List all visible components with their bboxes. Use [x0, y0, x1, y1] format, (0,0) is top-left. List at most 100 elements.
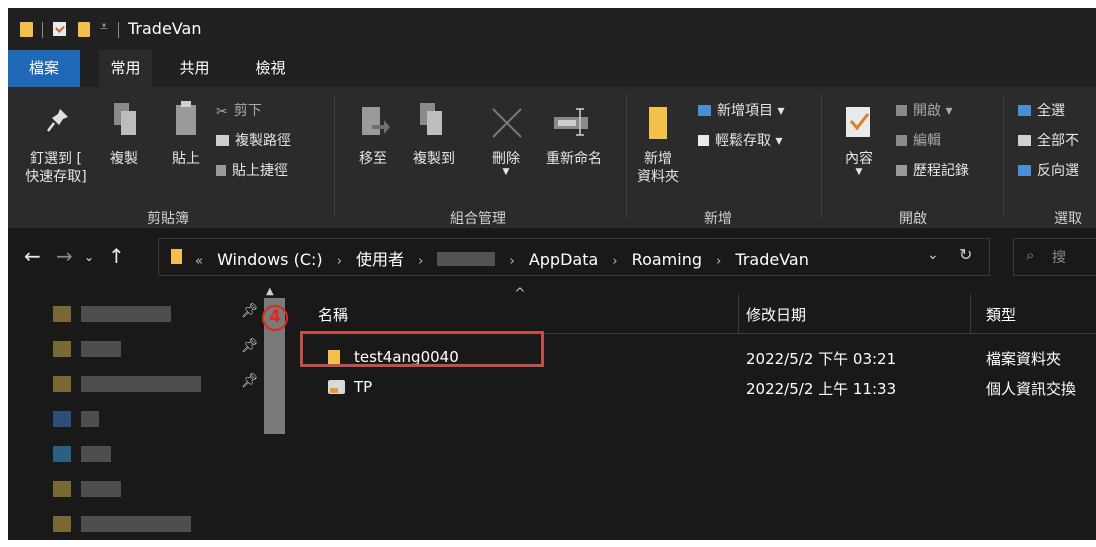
chevron-right-icon[interactable]: › [612, 254, 617, 269]
breadcrumb-roaming[interactable]: Roaming [632, 250, 702, 269]
new-folder-icon [649, 107, 667, 139]
history-button[interactable]: 歷程記錄 [896, 160, 969, 180]
history-icon [896, 165, 907, 176]
copy-path-button[interactable]: 複製路徑 [216, 130, 291, 150]
cut-button[interactable]: ✂ 剪下 [216, 100, 262, 120]
window-title: TradeVan [128, 19, 202, 38]
separator [42, 22, 43, 38]
folder-icon [20, 22, 33, 37]
breadcrumb-drive[interactable]: Windows (C:) [217, 250, 323, 269]
open-label: 開啟 ▾ [913, 103, 953, 119]
copy-path-label: 複製路徑 [235, 133, 291, 149]
recent-locations-chevron-icon[interactable]: ⌄ [84, 250, 94, 264]
new-item-label: 新增項目 ▾ [717, 103, 785, 119]
redacted-label [81, 341, 121, 357]
chevron-right-icon[interactable]: › [716, 254, 721, 269]
tab-home[interactable]: 常用 [99, 50, 152, 87]
properties-dropdown-icon[interactable]: ▼ [835, 163, 883, 181]
refresh-icon[interactable]: ↻ [959, 245, 972, 264]
breadcrumb-users[interactable]: 使用者 [356, 250, 404, 269]
tab-share[interactable]: 共用 [168, 50, 221, 87]
search-box[interactable]: ⌕ 搜 [1013, 238, 1096, 276]
tab-file[interactable]: 檔案 [8, 50, 80, 87]
group-separator [821, 95, 822, 217]
navigation-pane: 📌︎ 📌︎ 📌︎ ▲ [8, 284, 292, 540]
copy-path-icon [216, 135, 229, 146]
select-all-button[interactable]: 全選 [1018, 100, 1065, 120]
select-none-button[interactable]: 全部不 [1018, 130, 1079, 150]
properties-quick-icon[interactable] [53, 22, 66, 36]
select-all-label: 全選 [1037, 103, 1065, 119]
folder-icon [53, 481, 71, 497]
redacted-label [81, 481, 121, 497]
column-header-date[interactable]: 修改日期 [746, 304, 806, 325]
chevron-right-icon[interactable]: › [510, 254, 515, 269]
organize-group-label: 組合管理 [450, 211, 506, 227]
certificate-file-icon [328, 380, 345, 394]
delete-dropdown-icon[interactable]: ▼ [486, 163, 526, 181]
edit-label: 編輯 [913, 133, 941, 149]
new-group-label: 新增 [704, 211, 732, 227]
ribbon: 釘選到 [ 快速存取] 複製 貼上 ✂ 剪下 複製路徑 貼上捷徑 剪貼簿 移至 … [8, 87, 1096, 228]
folder-icon [53, 306, 71, 322]
file-type: 個人資訊交換 [986, 380, 1077, 398]
column-separator[interactable] [970, 294, 971, 334]
easy-access-button[interactable]: 輕鬆存取 ▾ [698, 130, 782, 150]
forward-arrow-icon[interactable]: → [56, 244, 73, 268]
highlight-box [300, 331, 544, 367]
breadcrumb-tradevan[interactable]: TradeVan [735, 250, 808, 269]
folder-icon [53, 341, 71, 357]
scissors-icon: ✂ [216, 104, 228, 120]
folder-icon [53, 516, 71, 532]
select-none-label: 全部不 [1037, 133, 1079, 149]
address-dropdown-icon[interactable]: ⌄ [927, 247, 939, 263]
new-item-button[interactable]: 新增項目 ▾ [698, 100, 784, 120]
file-explorer-window: ⩡ TradeVan 檔案 常用 共用 檢視 釘選到 [ 快速存取] 複製 貼上… [8, 8, 1096, 540]
tab-view[interactable]: 檢視 [244, 50, 297, 87]
rename-label: 重新命名 [546, 151, 602, 167]
sort-ascending-icon: ^ [514, 286, 526, 302]
edit-button[interactable]: 編輯 [896, 130, 941, 150]
file-date: 2022/5/2 下午 03:21 [746, 350, 897, 368]
pin-icon[interactable]: 📌︎ [241, 338, 259, 354]
paste-shortcut-icon [216, 165, 226, 176]
invert-selection-button[interactable]: 反向選 [1018, 160, 1079, 180]
paste-shortcut-button[interactable]: 貼上捷徑 [216, 160, 288, 180]
pin-icon [47, 109, 68, 132]
easy-access-label: 輕鬆存取 ▾ [715, 133, 783, 149]
rename-icon [554, 108, 588, 136]
select-all-icon [1018, 105, 1031, 116]
pin-icon[interactable]: 📌︎ [241, 303, 259, 319]
back-arrow-icon[interactable]: ← [24, 244, 41, 268]
customize-quick-access-icon[interactable]: ⩡ [100, 19, 108, 35]
redacted-label [81, 306, 171, 322]
open-group-label: 開啟 [899, 211, 927, 227]
open-button[interactable]: 開啟 ▾ [896, 100, 952, 120]
copy-label: 複製 [110, 151, 138, 167]
column-header-name[interactable]: 名稱 [318, 304, 348, 325]
redacted-label [81, 376, 201, 392]
file-type: 檔案資料夾 [986, 350, 1062, 368]
up-arrow-icon[interactable]: ↑ [108, 244, 125, 268]
pin-icon[interactable]: 📌︎ [241, 373, 259, 389]
pin-label: 釘選到 [ 快速存取] [25, 151, 87, 185]
group-separator [626, 95, 627, 217]
address-bar[interactable]: « Windows (C:) › 使用者 › › AppData › Roami… [158, 238, 990, 276]
invert-selection-label: 反向選 [1037, 163, 1079, 179]
edit-icon [896, 135, 907, 146]
chevron-right-icon[interactable]: › [337, 254, 342, 269]
breadcrumb-appdata[interactable]: AppData [529, 250, 598, 269]
new-folder-quick-icon[interactable] [78, 22, 90, 37]
overflow-chevron-icon[interactable]: « [195, 254, 203, 269]
chevron-right-icon[interactable]: › [418, 254, 423, 269]
column-header-type[interactable]: 類型 [986, 304, 1016, 325]
scroll-up-arrow-icon[interactable]: ▲ [266, 286, 274, 297]
file-date: 2022/5/2 上午 11:33 [746, 380, 897, 398]
file-name: TP [354, 378, 373, 396]
new-folder-label: 新增 資料夾 [637, 151, 679, 185]
move-to-label: 移至 [359, 151, 387, 167]
select-group-label: 選取 [1054, 211, 1082, 227]
copy-to-icon [420, 103, 442, 135]
column-separator[interactable] [738, 294, 739, 334]
file-row-pfx[interactable]: TP 2022/5/2 上午 11:33 個人資訊交換 [308, 376, 1096, 400]
